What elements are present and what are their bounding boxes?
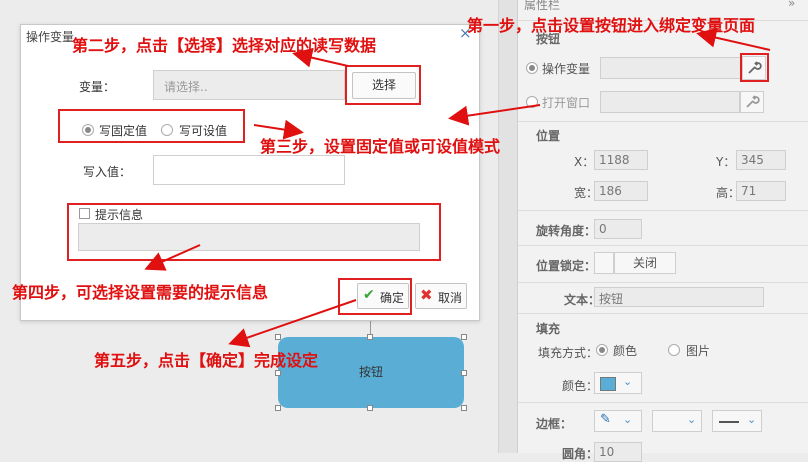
step4-arrow <box>144 244 201 271</box>
step3-arrow-right <box>448 104 541 126</box>
step5-annotation: 第五步，点击【确定】完成设定 <box>94 351 319 370</box>
step5-arrow <box>228 299 357 348</box>
annotation-arrows <box>144 27 771 348</box>
step1-arrow <box>696 27 771 51</box>
step2-annotation: 第二步，点击【选择】选择对应的读写数据 <box>72 36 377 55</box>
step4-annotation: 第四步，可选择设置需要的提示信息 <box>12 283 269 302</box>
step1-annotation: 第一步，点击设置按钮进入绑定变量页面 <box>467 16 756 35</box>
step3-arrow-left <box>253 119 304 140</box>
step3-annotation: 第三步，设置固定值或可设值模式 <box>260 137 501 156</box>
